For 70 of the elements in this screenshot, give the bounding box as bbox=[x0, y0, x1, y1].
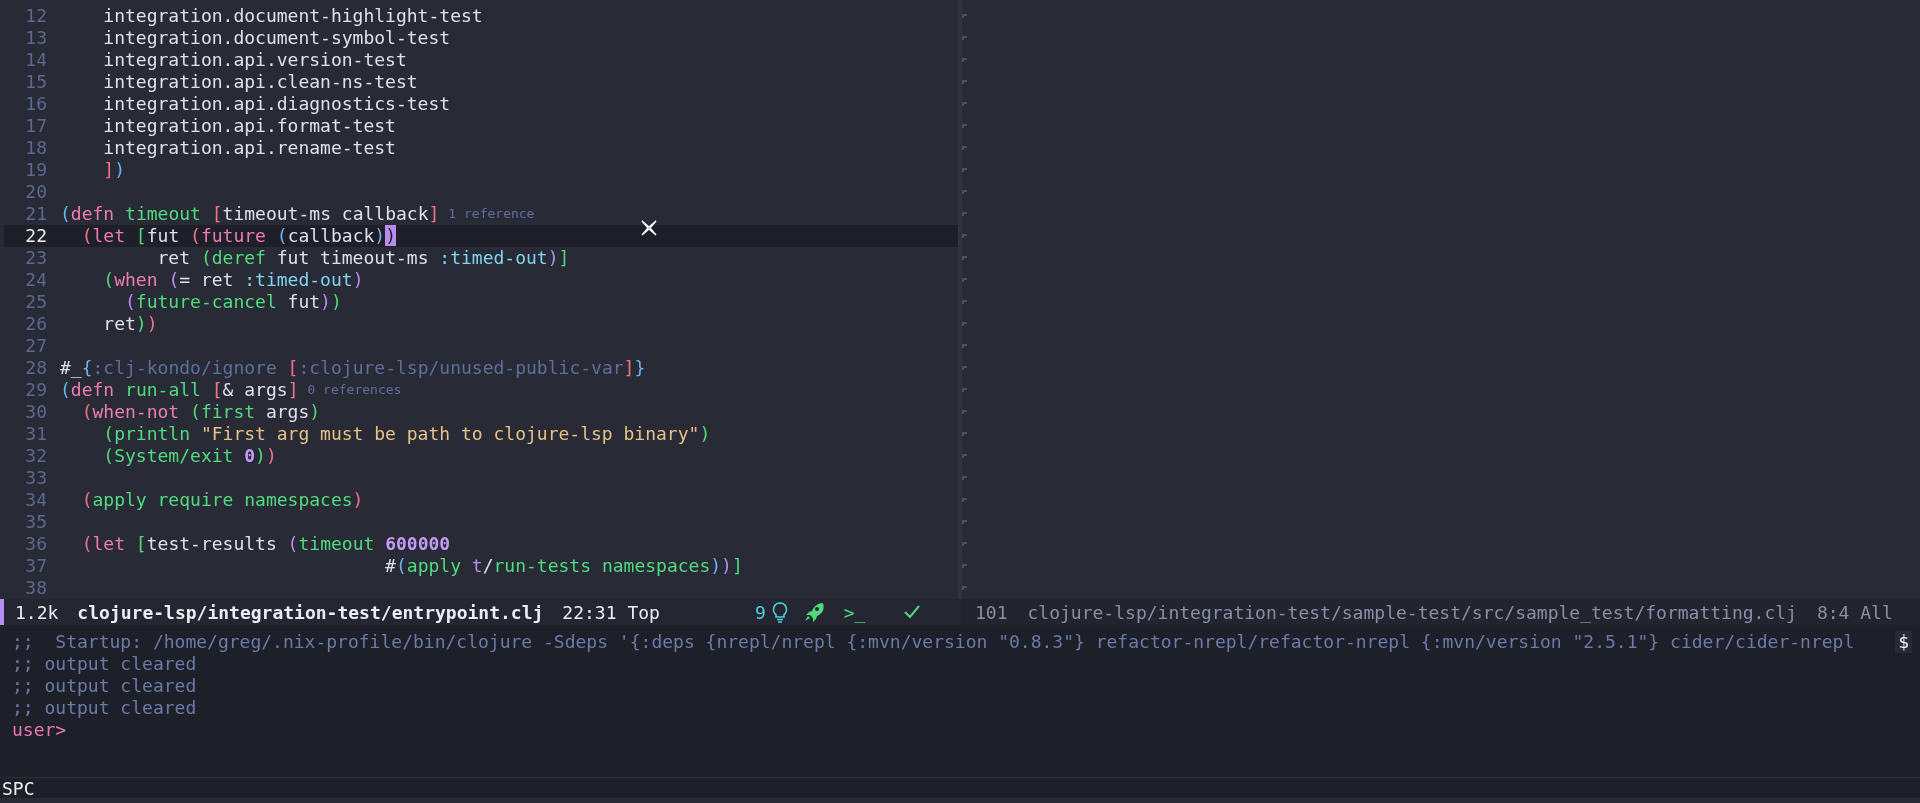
code-text: integration.api.rename-test bbox=[102, 137, 396, 159]
line-number: 32 bbox=[24, 445, 47, 467]
line-number: 33 bbox=[24, 467, 47, 489]
buffer-name: clojure-lsp/integration-test/sample-test/src/sample_test/formatting.clj bbox=[1027, 601, 1797, 623]
code-text: integration.api.clean-ns-test bbox=[102, 71, 418, 93]
line-number: 38 bbox=[24, 577, 47, 599]
code-text: ret (deref fut timeout-ms :timed-out)] bbox=[156, 247, 570, 269]
code-text: #(apply t/run-tests namespaces))] bbox=[384, 555, 743, 577]
code-text: ]) bbox=[102, 159, 126, 181]
code-text: integration.api.format-test bbox=[102, 115, 396, 137]
lightbulb-icon bbox=[770, 601, 789, 623]
code-text: integration.api.version-test bbox=[102, 49, 407, 71]
line-number: 23 bbox=[24, 247, 47, 269]
code-text: integration.document-symbol-test bbox=[102, 27, 451, 49]
line-number: 15 bbox=[24, 71, 47, 93]
line-number: 28 bbox=[24, 357, 47, 379]
line-number: 14 bbox=[24, 49, 47, 71]
repl-status: >_ bbox=[843, 601, 866, 623]
line-number: 26 bbox=[24, 313, 47, 335]
code-text: (defn run-all [& args] bbox=[60, 379, 299, 401]
code-action-count: 9 bbox=[754, 601, 766, 623]
line-number: 19 bbox=[24, 159, 47, 181]
checkmark-icon bbox=[903, 604, 922, 620]
repl-prompt: user> bbox=[12, 719, 67, 741]
code-text: integration.api.diagnostics-test bbox=[102, 93, 451, 115]
line-number: 35 bbox=[24, 511, 47, 533]
repl-output-line: ;; output cleared bbox=[12, 653, 197, 675]
code-text: (let [test-results (timeout 600000 bbox=[80, 533, 451, 555]
cursor-position: 22:31 Top bbox=[562, 601, 660, 623]
line-number: 21 bbox=[24, 203, 47, 225]
active-window-indicator bbox=[0, 599, 4, 625]
line-number: 16 bbox=[24, 93, 47, 115]
echo-area-text: SPC bbox=[2, 778, 35, 799]
line-number: 34 bbox=[24, 489, 47, 511]
code-text: integration.document-highlight-test bbox=[102, 5, 483, 27]
reference-count[interactable]: 0 references bbox=[307, 379, 402, 401]
line-number: 29 bbox=[24, 379, 47, 401]
code-text: (when (= ret :timed-out) bbox=[102, 269, 364, 291]
code-text: (when-not (first args) bbox=[80, 401, 321, 423]
code-text: (let [fut (future (callback)) bbox=[80, 225, 397, 247]
truncation-marker: $ bbox=[1895, 631, 1912, 653]
repl-output-line: ;; Startup: /home/greg/.nix-profile/bin/clojure -Sdeps '{:deps {nrepl/nrepl {:mvn/version "0.8.3"} refactor-nrepl/refactor-nrepl {:mvn/version "2.5.1"} cider/cider-nrepl bbox=[12, 631, 1855, 653]
code-text: (System/exit 0)) bbox=[102, 445, 277, 467]
code-text: ret)) bbox=[102, 313, 158, 335]
repl-output-line: ;; output cleared bbox=[12, 675, 197, 697]
buffer-size: 101 bbox=[975, 601, 1008, 623]
reference-count[interactable]: 1 reference bbox=[448, 203, 535, 225]
line-number: 30 bbox=[24, 401, 47, 423]
cursor-position: 8:4 All bbox=[1816, 601, 1893, 623]
line-number: 20 bbox=[24, 181, 47, 203]
line-number: 37 bbox=[24, 555, 47, 577]
mouse-cursor-icon bbox=[640, 219, 658, 237]
code-text: (future-cancel fut)) bbox=[124, 291, 342, 313]
line-number: 27 bbox=[24, 335, 47, 357]
code-text: (println "First arg must be path to clojure-lsp binary") bbox=[102, 423, 711, 445]
line-number: 17 bbox=[24, 115, 47, 137]
line-number: 36 bbox=[24, 533, 47, 555]
line-number: 24 bbox=[24, 269, 47, 291]
line-number: 31 bbox=[24, 423, 47, 445]
repl-output-line: ;; output cleared bbox=[12, 697, 197, 719]
code-text: (apply require namespaces) bbox=[80, 489, 364, 511]
line-number: 13 bbox=[24, 27, 47, 49]
buffer-name: clojure-lsp/integration-test/entrypoint.clj bbox=[77, 601, 544, 623]
buffer-size: 1.2k bbox=[15, 601, 59, 623]
line-number: 25 bbox=[24, 291, 47, 313]
line-number: 18 bbox=[24, 137, 47, 159]
line-number: 22 bbox=[24, 225, 47, 247]
code-text: #_{:clj-kondo/ignore [:clojure-lsp/unused-public-var]} bbox=[60, 357, 646, 379]
line-number: 12 bbox=[24, 5, 47, 27]
code-text: (defn timeout [timeout-ms callback] bbox=[60, 203, 440, 225]
